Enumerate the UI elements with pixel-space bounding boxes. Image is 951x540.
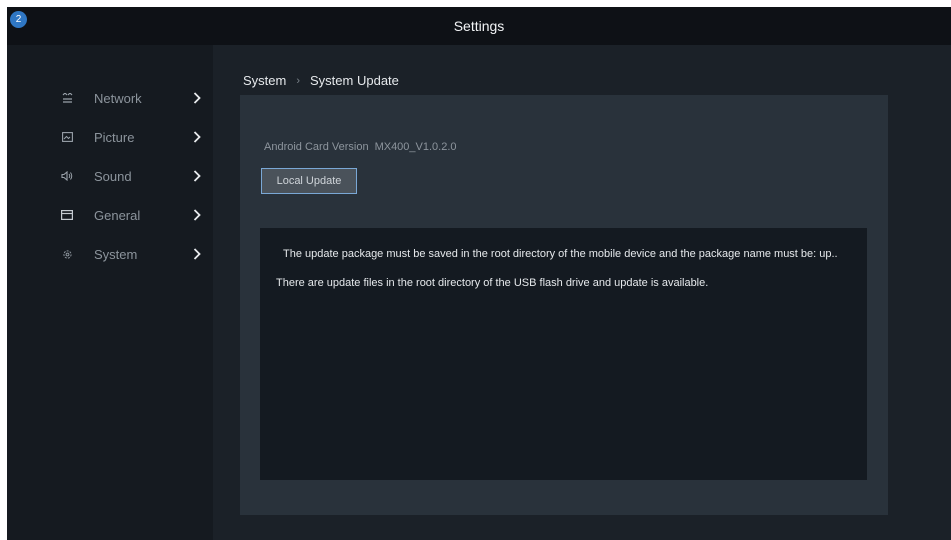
breadcrumb: System › System Update — [243, 73, 399, 88]
notification-badge: 2 — [10, 11, 27, 28]
version-value: MX400_V1.0.2.0 — [374, 141, 457, 153]
general-icon — [61, 209, 73, 221]
update-info-line: The update package must be saved in the … — [283, 248, 838, 260]
sidebar-item-label: Sound — [94, 168, 132, 184]
picture-icon — [61, 131, 73, 143]
chevron-right-icon — [192, 247, 202, 261]
sidebar-item-sound[interactable]: Sound — [7, 163, 213, 189]
update-info-box: The update package must be saved in the … — [260, 228, 867, 480]
system-icon — [61, 248, 73, 260]
system-update-panel: Android Card Version MX400_V1.0.2.0 Local… — [240, 95, 888, 515]
sidebar-item-label: System — [94, 246, 138, 262]
page-title: Settings — [453, 18, 505, 34]
version-row: Android Card Version MX400_V1.0.2.0 — [264, 141, 457, 153]
chevron-right-icon — [192, 169, 202, 183]
sidebar-item-label: Picture — [94, 129, 135, 145]
sidebar-item-label: General — [94, 207, 141, 223]
version-label: Android Card Version — [264, 141, 369, 153]
breadcrumb-current: System Update — [310, 73, 399, 88]
network-icon — [61, 92, 73, 104]
chevron-right-icon — [192, 130, 202, 144]
sidebar-item-system[interactable]: System — [7, 241, 213, 267]
chevron-right-icon — [192, 91, 202, 105]
sidebar: Network Picture Sound General System — [7, 45, 213, 540]
breadcrumb-separator-icon: › — [296, 74, 301, 87]
chevron-right-icon — [192, 208, 202, 222]
sidebar-item-picture[interactable]: Picture — [7, 124, 213, 150]
sidebar-item-general[interactable]: General — [7, 202, 213, 228]
sound-icon — [61, 170, 73, 182]
sidebar-item-label: Network — [94, 90, 142, 106]
update-status-line: There are update files in the root direc… — [276, 277, 709, 289]
settings-screen: 2 Settings Network Picture Sound General… — [7, 7, 951, 540]
local-update-button[interactable]: Local Update — [261, 168, 357, 194]
breadcrumb-parent[interactable]: System — [243, 73, 286, 88]
title-bar: 2 Settings — [7, 7, 951, 45]
sidebar-item-network[interactable]: Network — [7, 85, 213, 111]
